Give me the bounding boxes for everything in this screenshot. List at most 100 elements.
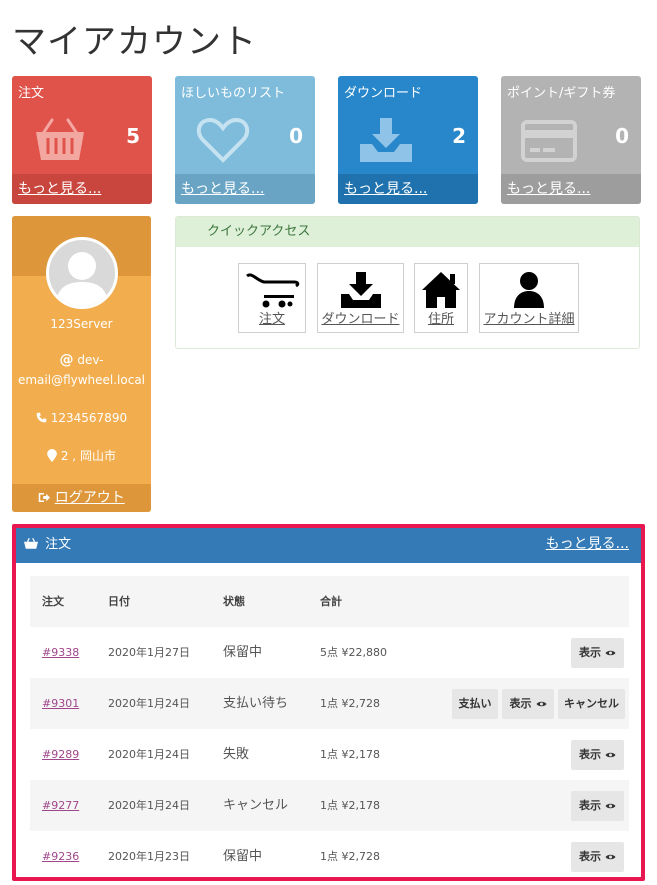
- profile-phone: 1234567890: [16, 408, 147, 428]
- profile-phone-text: 1234567890: [50, 411, 128, 425]
- phone-icon: [36, 412, 47, 423]
- view-order-button[interactable]: 表示: [571, 842, 624, 872]
- card-more-link[interactable]: もっと見る...: [175, 174, 315, 204]
- quick-downloads-label: ダウンロード: [321, 312, 400, 327]
- card-title: ポイント/ギフト券: [507, 86, 616, 101]
- quick-downloads-button[interactable]: ダウンロード: [317, 263, 404, 333]
- user-icon: [514, 272, 544, 308]
- logout-link[interactable]: ログアウト: [12, 484, 151, 512]
- eye-icon: [536, 701, 546, 707]
- quick-orders-button[interactable]: 注文: [238, 263, 306, 333]
- order-number-link[interactable]: #9301: [42, 678, 79, 729]
- view-label: 表示: [579, 646, 601, 659]
- column-header-status: 状態: [223, 595, 245, 608]
- order-total: 1点 ¥2,178: [320, 799, 380, 812]
- order-total: 1点 ¥2,178: [320, 748, 380, 761]
- downloads-count: 2: [452, 124, 466, 148]
- order-status: 支払い待ち: [223, 696, 289, 711]
- view-label: 表示: [579, 748, 601, 761]
- card-title: ダウンロード: [344, 86, 423, 101]
- logout-label: ログアウト: [54, 490, 125, 506]
- orders-title: 注文: [45, 537, 72, 552]
- cart-icon: [246, 273, 300, 308]
- wishlist-count: 0: [289, 124, 303, 148]
- avatar: [46, 237, 118, 309]
- quick-account-button[interactable]: アカウント詳細: [479, 263, 579, 333]
- downloads-card: ダウンロード 2 もっと見る...: [338, 76, 478, 204]
- quick-account-label: アカウント詳細: [483, 312, 575, 327]
- view-order-button[interactable]: 表示: [571, 791, 624, 821]
- column-header-date: 日付: [108, 595, 130, 608]
- card-more-link[interactable]: もっと見る...: [501, 174, 641, 204]
- column-header-total: 合計: [320, 595, 342, 608]
- table-row: #9236 2020年1月23日 保留中 1点 ¥2,728 表示: [30, 831, 629, 882]
- order-number-link[interactable]: #9277: [42, 780, 79, 831]
- quick-orders-label: 注文: [258, 312, 285, 327]
- table-row: #9301 2020年1月24日 支払い待ち 1点 ¥2,728 支払い 表示 …: [30, 678, 629, 729]
- orders-more-link[interactable]: もっと見る...: [546, 528, 629, 561]
- cancel-order-button[interactable]: キャンセル: [558, 689, 625, 719]
- profile-address: 2 , 岡山市: [16, 446, 147, 466]
- profile-email-line2: email@flywheel.local: [17, 373, 146, 387]
- eye-icon: [605, 803, 616, 809]
- card-more-link[interactable]: もっと見る...: [12, 174, 152, 204]
- view-order-button[interactable]: 表示: [502, 689, 554, 719]
- profile-email-line1: dev-: [77, 353, 104, 367]
- order-date: 2020年1月24日: [108, 697, 190, 710]
- order-date: 2020年1月24日: [108, 799, 190, 812]
- download-tray-icon: [340, 272, 381, 308]
- order-total: 1点 ¥2,728: [320, 850, 380, 863]
- order-total: 5点 ¥22,880: [320, 646, 387, 659]
- orders-header: 注文 もっと見る...: [16, 528, 641, 563]
- table-row: #9289 2020年1月24日 失敗 1点 ¥2,178 表示: [30, 729, 629, 780]
- points-count: 0: [615, 124, 629, 148]
- profile-email: @ dev- email@flywheel.local: [16, 350, 147, 390]
- orders-table: 注文 日付 状態 合計 #9338 2020年1月27日 保留中 5点 ¥22,…: [30, 576, 629, 882]
- card-title: ほしいものリスト: [181, 86, 286, 101]
- at-icon: @: [59, 352, 74, 368]
- basket-icon: [36, 118, 84, 160]
- orders-count: 5: [126, 124, 140, 148]
- card-more-link[interactable]: もっと見る...: [338, 174, 478, 204]
- quick-address-label: 住所: [427, 312, 454, 327]
- home-icon: [422, 272, 460, 308]
- profile-card: 123Server @ dev- email@flywheel.local 12…: [12, 216, 151, 512]
- order-number-link[interactable]: #9338: [42, 627, 79, 678]
- profile-name: 123Server: [50, 317, 113, 331]
- column-header-order: 注文: [42, 595, 64, 608]
- quick-access-title: クイックアクセス: [176, 217, 639, 247]
- recent-orders-panel: 注文 もっと見る... 注文 日付 状態 合計 #9338 2020年1月27日…: [12, 524, 645, 881]
- order-date: 2020年1月24日: [108, 748, 190, 761]
- location-pin-icon: [47, 449, 57, 462]
- quick-access-panel: クイックアクセス 注文 ダウンロード 住所 アカウント詳細: [175, 216, 640, 349]
- logout-icon: [39, 493, 51, 502]
- order-total: 1点 ¥2,728: [320, 697, 380, 710]
- quick-address-button[interactable]: 住所: [414, 263, 468, 333]
- wishlist-card: ほしいものリスト 0 もっと見る...: [175, 76, 315, 204]
- page-title: マイアカウント: [12, 22, 257, 62]
- points-card: ポイント/ギフト券 0 もっと見る...: [501, 76, 641, 204]
- order-number-link[interactable]: #9236: [42, 831, 79, 882]
- order-number-link[interactable]: #9289: [42, 729, 79, 780]
- order-status: 保留中: [223, 645, 263, 660]
- order-date: 2020年1月27日: [108, 646, 190, 659]
- user-silhouette-icon: [55, 252, 109, 306]
- card-icon: [521, 120, 577, 162]
- orders-card: 注文 5 もっと見る...: [12, 76, 152, 204]
- view-label: 表示: [509, 697, 532, 710]
- table-row: #9338 2020年1月27日 保留中 5点 ¥22,880 表示: [30, 627, 629, 678]
- view-order-button[interactable]: 表示: [571, 740, 624, 770]
- eye-icon: [605, 650, 616, 656]
- table-row: #9277 2020年1月24日 キャンセル 1点 ¥2,178 表示: [30, 780, 629, 831]
- view-order-button[interactable]: 表示: [571, 638, 624, 668]
- order-date: 2020年1月23日: [108, 850, 190, 863]
- pay-order-button[interactable]: 支払い: [452, 689, 498, 719]
- order-status: 保留中: [223, 849, 263, 864]
- view-label: 表示: [579, 850, 601, 863]
- basket-icon: [24, 537, 38, 549]
- order-status: キャンセル: [223, 798, 289, 813]
- order-status: 失敗: [223, 747, 250, 762]
- eye-icon: [605, 752, 616, 758]
- card-title: 注文: [18, 86, 45, 101]
- table-header-row: 注文 日付 状態 合計: [30, 576, 629, 627]
